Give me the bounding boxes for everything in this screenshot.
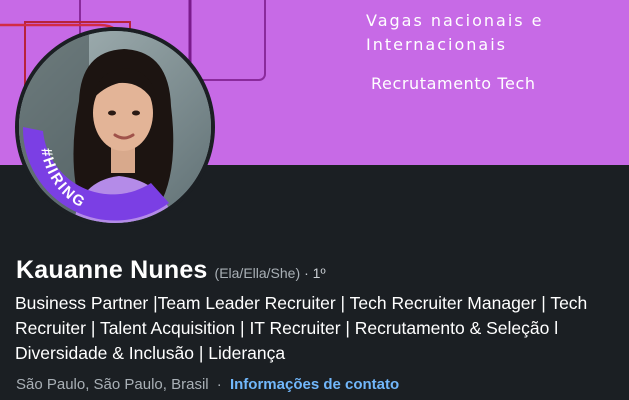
profile-location: São Paulo, São Paulo, Brasil — [16, 376, 209, 393]
name-row: Kauanne Nunes (Ela/Ella/She) · 1º — [16, 256, 326, 285]
contact-info-link[interactable]: Informações de contato — [230, 376, 399, 393]
profile-name: Kauanne Nunes — [16, 256, 208, 284]
avatar: #HIRING — [19, 31, 211, 223]
banner-text-line1: Vagas nacionais e — [366, 11, 544, 30]
connection-degree: · 1º — [304, 265, 326, 281]
banner-text-line3: Recrutamento Tech — [371, 74, 536, 93]
location-separator: · — [216, 376, 222, 393]
profile-headline: Business Partner |Team Leader Recruiter … — [15, 293, 588, 363]
location-row: São Paulo, São Paulo, Brasil · Informaçõ… — [16, 376, 399, 393]
pronouns: (Ela/Ella/She) — [214, 265, 301, 281]
banner-text-line2: Internacionais — [366, 35, 507, 54]
avatar-illustration: #HIRING — [19, 31, 211, 223]
profile-photo[interactable]: #HIRING — [15, 27, 215, 227]
